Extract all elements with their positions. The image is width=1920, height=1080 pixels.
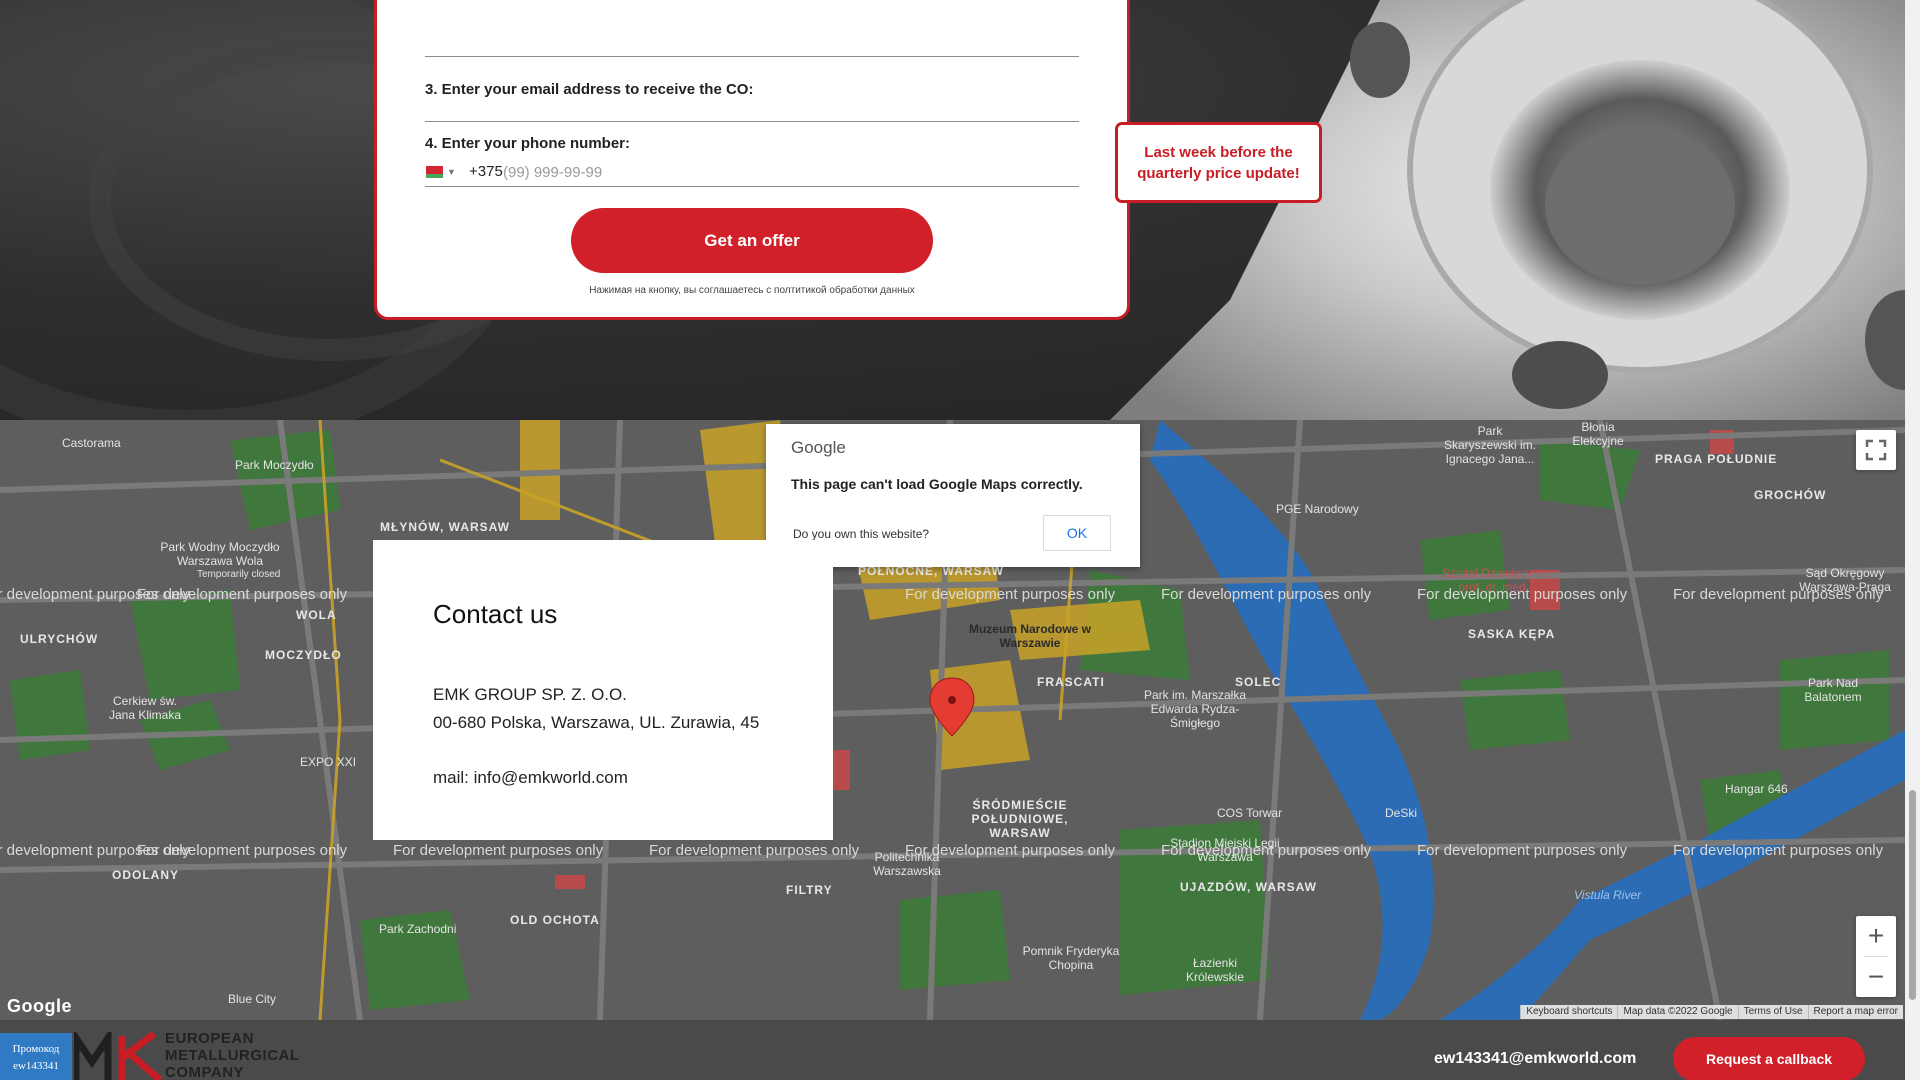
map-error-message: This page can't load Google Maps correct… <box>791 476 1083 492</box>
logo-line-2: METALLURGICAL <box>165 1047 300 1064</box>
company-address: 00-680 Polska, Warszawa, UL. Zurawia, 45 <box>433 713 760 732</box>
map-place-label: Park im. Marszałka Edwarda Rydza-Śmigłeg… <box>1143 688 1247 730</box>
map-place-label: Politechnika Warszawska <box>873 850 941 878</box>
map-place-label: Castorama <box>62 436 121 450</box>
map-place-label: Stadion Miejski Legii Warszawa <box>1170 836 1280 864</box>
consent-text: Нажимая на кнопку, вы соглашаетесь с пол… <box>589 285 915 296</box>
map-place-label: Szpital Dziecięcy im. prof. dr. med... <box>1441 566 1553 594</box>
company-logo-text: EUROPEAN METALLURGICAL COMPANY <box>165 1030 300 1080</box>
fullscreen-button[interactable] <box>1856 430 1896 470</box>
map-watermark: For development purposes only <box>393 842 604 859</box>
map-district-label: SOLEC <box>1235 675 1282 689</box>
request-callback-button[interactable]: Request a callback <box>1673 1037 1865 1080</box>
google-map[interactable]: For development purposes only For develo… <box>0 420 1905 1020</box>
map-district-label: MOCZYDŁO <box>265 648 342 662</box>
map-place-label: Sąd Okręgowy Warszawa-Praga <box>1799 566 1891 594</box>
keyboard-shortcuts-link[interactable]: Keyboard shortcuts <box>1520 1005 1618 1019</box>
phone-country-code: +375 <box>469 163 503 180</box>
map-place-label: Park Nad Balatonem <box>1804 676 1862 704</box>
terms-of-use-link[interactable]: Terms of Use <box>1737 1005 1808 1019</box>
fullscreen-icon <box>1865 439 1887 461</box>
map-place-label: COS Torwar <box>1217 806 1283 820</box>
map-district-label: ŚRÓDMIEŚCIE POŁUDNIOWE, WARSAW <box>971 798 1069 840</box>
price-update-badge: Last week before the quarterly price upd… <box>1115 122 1322 203</box>
map-district-label: ODOLANY <box>112 868 179 882</box>
get-offer-button[interactable]: Get an offer <box>571 208 933 273</box>
map-watermark: For development purposes only <box>649 842 860 859</box>
dialog-ok-button[interactable]: OK <box>1043 515 1111 551</box>
map-place-label: Blue City <box>228 992 277 1006</box>
zoom-out-button[interactable]: − <box>1856 957 1896 997</box>
promo-tag-line-1: Промокод <box>12 1043 60 1055</box>
map-district-label: SASKA KĘPA <box>1468 627 1556 641</box>
country-dropdown-caret-icon[interactable]: ▼ <box>447 167 456 177</box>
logo-line-1: EUROPEAN <box>165 1030 255 1047</box>
map-place-label: Cerkiew św. Jana Klimaka <box>108 694 182 722</box>
map-watermark: For development purposes only <box>1673 842 1884 859</box>
scrollbar-thumb[interactable] <box>1909 790 1916 1000</box>
map-district-label: GROCHÓW <box>1754 488 1827 502</box>
map-district-label: UJAZDÓW, WARSAW <box>1180 880 1317 894</box>
badge-line-2: quarterly price update! <box>1137 165 1300 182</box>
page-scrollbar[interactable] <box>1905 0 1920 1080</box>
map-watermark: For development purposes only <box>905 586 1116 603</box>
map-district-label: ULRYCHÓW <box>20 632 99 646</box>
zoom-in-button[interactable]: + <box>1856 916 1896 956</box>
map-district-label: WOLA <box>296 608 337 622</box>
contact-card: Contact us EMK GROUP SP. Z. O.O. 00-680 … <box>373 540 833 840</box>
phone-question-label: 4. Enter your phone number: <box>425 135 631 152</box>
promo-tag-line-2: ew143341 <box>13 1060 59 1072</box>
map-place-label: Muzeum Narodowe w Warszawie <box>968 622 1091 650</box>
map-attribution: Keyboard shortcuts Map data ©2022 Google… <box>1520 1005 1903 1019</box>
footer-email-link[interactable]: ew143341@emkworld.com <box>1434 1050 1636 1068</box>
offer-form-card: 3. Enter your email address to receive t… <box>374 0 1130 320</box>
map-place-label: EXPO XXI <box>300 755 357 769</box>
hero-section: 3. Enter your email address to receive t… <box>0 0 1905 420</box>
map-place-label: Vistula River <box>1574 888 1642 902</box>
zoom-control: + − <box>1856 916 1896 997</box>
phone-field-underline <box>425 186 1079 187</box>
map-watermark: For development purposes only <box>137 842 348 859</box>
map-place-label: Temporarily closed <box>197 569 281 580</box>
phone-input[interactable] <box>503 160 953 184</box>
belarus-flag-icon[interactable] <box>426 166 443 178</box>
map-place-label: Łazienki Królewskie <box>1185 956 1245 984</box>
map-watermark: For development purposes only <box>1417 842 1628 859</box>
contact-title: Contact us <box>433 599 558 629</box>
contact-mail[interactable]: mail: info@emkworld.com <box>433 768 628 788</box>
map-place-label: Pomnik Fryderyka Chopina <box>1022 944 1120 972</box>
map-place-label: DeSki <box>1385 806 1418 820</box>
company-name: EMK GROUP SP. Z. O.O. <box>433 685 627 704</box>
map-place-label: Park Moczydło <box>235 458 314 472</box>
report-map-error-link[interactable]: Report a map error <box>1807 1005 1903 1019</box>
map-district-label: FRASCATI <box>1037 675 1105 689</box>
map-place-label: Błonia Elekcyjne <box>1572 420 1624 448</box>
map-place-label: Park Wodny Moczydło Warszawa Wola <box>160 540 280 568</box>
badge-line-1: Last week before the <box>1144 144 1293 161</box>
footer-bar: Промокод ew143341 EUROPEAN METALLURGICAL… <box>0 1020 1905 1080</box>
map-place-label: PGE Narodowy <box>1276 502 1359 516</box>
logo-line-3: COMPANY <box>165 1064 245 1080</box>
google-map-logo[interactable]: Google <box>7 996 72 1017</box>
previous-field-underline <box>425 56 1079 57</box>
map-watermark: For development purposes only <box>137 586 348 603</box>
google-dialog-logo: Google <box>791 438 846 457</box>
promo-code-tag[interactable]: Промокод ew143341 <box>0 1033 72 1080</box>
map-place-label: Park Skaryszewski im. Ignacego Jana... <box>1443 424 1536 466</box>
map-place-label: Hangar 646 <box>1725 782 1788 796</box>
map-district-label: MŁYNÓW, WARSAW <box>380 520 510 534</box>
email-field-underline <box>425 121 1079 122</box>
map-district-label: OLD OCHOTA <box>510 913 600 927</box>
emk-logo-icon[interactable] <box>74 1032 162 1080</box>
map-data-credit: Map data ©2022 Google <box>1617 1005 1738 1019</box>
own-website-link[interactable]: Do you own this website? <box>793 527 929 541</box>
map-place-label: Park Zachodni <box>379 922 457 936</box>
email-field[interactable] <box>425 95 1079 121</box>
map-district-label: PRAGA POŁUDNIE <box>1655 452 1778 466</box>
map-district-label: FILTRY <box>786 883 833 897</box>
map-watermark: For development purposes only <box>1161 586 1372 603</box>
